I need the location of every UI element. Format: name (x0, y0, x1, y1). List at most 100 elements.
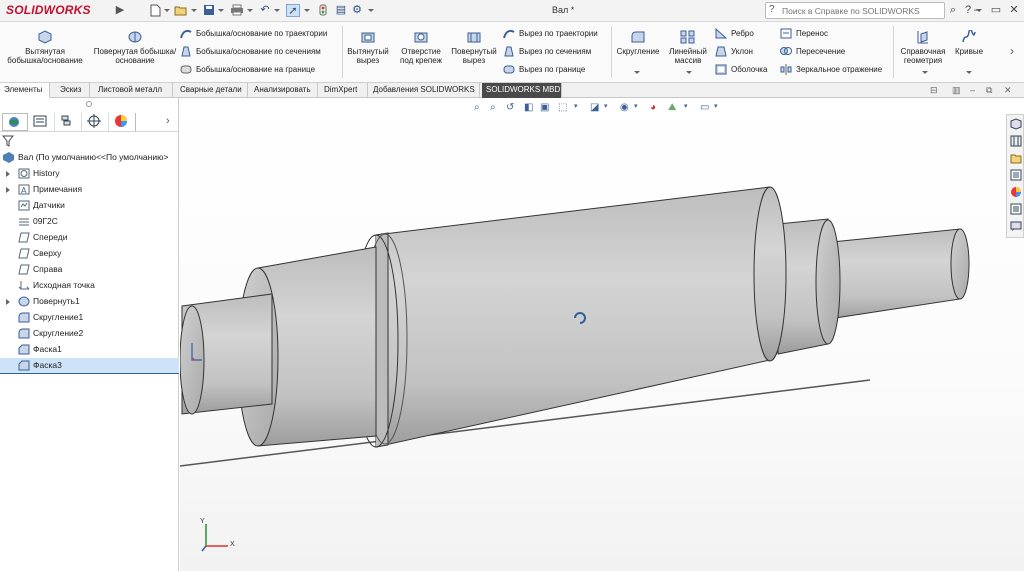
search-icon[interactable]: ⌕ (945, 3, 961, 18)
tree-root-part[interactable]: Вал (По умолчанию<<По умолчанию> (0, 150, 179, 165)
tab-evaluate[interactable]: Анализировать (250, 83, 318, 98)
configuration-manager-tab[interactable] (56, 113, 82, 131)
tree-item-chamfer1[interactable]: Фаска1 (0, 342, 179, 357)
tab-addins[interactable]: Добавления SOLIDWORKS (369, 83, 480, 98)
rib-button[interactable]: Ребро (715, 28, 754, 42)
help-search-box[interactable]: ? (765, 2, 945, 19)
doc-close-icon[interactable]: ✕ (1004, 85, 1012, 96)
tab-features[interactable]: Элементы (0, 83, 50, 98)
panel-expand-icon[interactable]: › (166, 115, 170, 127)
help-search-input[interactable] (782, 4, 932, 17)
split-view-icon[interactable]: ▥ (952, 85, 961, 96)
undo-icon[interactable]: ↶ (258, 4, 272, 17)
appearances-icon[interactable] (1010, 186, 1022, 198)
tab-sheet-metal[interactable]: Листовой металл (94, 83, 173, 98)
new-dropdown-icon[interactable] (164, 9, 170, 12)
file-explorer-icon[interactable] (1010, 152, 1022, 164)
new-document-icon[interactable] (148, 4, 162, 17)
options-gear-icon[interactable]: ⚙ (350, 4, 364, 17)
tree-item-front-plane[interactable]: Спереди (0, 230, 179, 245)
select-arrow-icon[interactable]: ➚ (286, 4, 300, 17)
tree-item-fillet2[interactable]: Скругление2 (0, 326, 179, 341)
material-icon (19, 218, 29, 226)
boundary-cut-button[interactable]: Вырез по границе (503, 64, 585, 78)
tab-weldments[interactable]: Сварные детали (176, 83, 248, 98)
expand-arrow-icon[interactable] (6, 299, 10, 305)
expand-menu-icon[interactable]: ▶ (113, 4, 127, 17)
fillet-dropdown-icon[interactable] (634, 71, 640, 74)
rebuild-icon[interactable] (316, 4, 330, 17)
tree-item-fillet1[interactable]: Скругление1 (0, 310, 179, 325)
wrap-button[interactable]: Перенос (780, 28, 828, 42)
doc-minimize-icon[interactable]: – (970, 85, 975, 95)
revolve-boss-button[interactable]: Повернутая бобышка/основание (92, 30, 178, 65)
linear-pattern-button[interactable]: Линейный массив (664, 30, 712, 65)
extrude-boss-button[interactable]: Вытянутая бобышка/основание (6, 30, 84, 65)
mirror-button[interactable]: Зеркальное отражение (780, 64, 882, 78)
tab-sketch[interactable]: Эскиз (56, 83, 90, 98)
tab-mbd[interactable]: SOLIDWORKS MBD (482, 83, 562, 98)
revolve-cut-button[interactable]: Повернутый вырез (450, 30, 498, 65)
save-dropdown-icon[interactable] (218, 9, 224, 12)
expand-toolbar-icon[interactable]: › (1010, 44, 1014, 58)
close-icon[interactable]: ✕ (1006, 3, 1022, 18)
doc-restore-icon[interactable]: ⧉ (986, 85, 992, 96)
expand-arrow-icon[interactable] (6, 187, 10, 193)
boundary-boss-button[interactable]: Бобышка/основание на границе (180, 64, 315, 78)
title-bar: SOLIDWORKS ▶ ↶ ➚ ▤ ⚙ Вал * ? ⌕ ? – ▭ ✕ (0, 0, 1024, 22)
file-properties-icon[interactable]: ▤ (334, 4, 348, 17)
display-manager-tab[interactable] (110, 113, 136, 131)
property-manager-tab[interactable] (29, 113, 55, 131)
restore-icon[interactable]: ▭ (988, 3, 1004, 18)
tree-item-origin[interactable]: Исходная точка (0, 278, 179, 293)
design-library-icon[interactable] (1010, 135, 1022, 147)
intersect-button[interactable]: Пересечение (780, 46, 845, 60)
solidworks-forum-icon[interactable] (1010, 220, 1022, 232)
hole-wizard-button[interactable]: Отверстие под крепеж (396, 30, 446, 65)
tree-item-top-plane[interactable]: Сверху (0, 246, 179, 261)
select-dropdown-icon[interactable] (304, 9, 310, 12)
tree-item-right-plane[interactable]: Справа (0, 262, 179, 277)
open-dropdown-icon[interactable] (191, 9, 197, 12)
pattern-dropdown-icon[interactable] (686, 71, 692, 74)
lofted-cut-button[interactable]: Вырез по сечениям (503, 46, 591, 60)
save-icon[interactable] (202, 4, 216, 17)
panel-grip-icon[interactable] (86, 101, 92, 107)
draft-button[interactable]: Уклон (715, 46, 753, 60)
rollback-bar[interactable] (0, 373, 179, 374)
shaft-model[interactable] (180, 98, 1024, 571)
print-dropdown-icon[interactable] (247, 9, 253, 12)
tree-item-material[interactable]: 09Г2С (0, 214, 179, 229)
tile-view-icon[interactable]: ⊟ (930, 85, 938, 96)
print-icon[interactable] (230, 4, 244, 17)
minimize-icon[interactable]: – (969, 3, 985, 18)
lofted-boss-button[interactable]: Бобышка/основание по сечениям (180, 46, 321, 60)
shell-button[interactable]: Оболочка (715, 64, 767, 78)
expand-arrow-icon[interactable] (6, 171, 10, 177)
filter-icon[interactable] (1, 135, 15, 147)
feature-manager-tab[interactable] (2, 113, 28, 131)
part-icon (3, 152, 14, 163)
tree-item-annotations[interactable]: A Примечания (0, 182, 179, 197)
ref-geometry-dropdown-icon[interactable] (922, 71, 928, 74)
undo-dropdown-icon[interactable] (274, 9, 280, 12)
open-folder-icon[interactable] (174, 4, 188, 17)
tree-item-sensors[interactable]: Датчики (0, 198, 179, 213)
resources-icon[interactable] (1010, 118, 1022, 130)
view-palette-icon[interactable] (1010, 169, 1022, 181)
custom-properties-icon[interactable] (1010, 203, 1022, 215)
fillet-button[interactable]: Скругление (614, 30, 662, 56)
reference-geometry-button[interactable]: Справочная геометрия (896, 30, 950, 65)
tree-item-chamfer3[interactable]: Фаска3 (0, 358, 179, 373)
curves-button[interactable]: Кривые (952, 30, 986, 56)
tree-item-revolve1[interactable]: Повернуть1 (0, 294, 179, 309)
swept-cut-button[interactable]: Вырез по траектории (503, 28, 598, 42)
curves-dropdown-icon[interactable] (966, 71, 972, 74)
swept-boss-button[interactable]: Бобышка/основание по траектории (180, 28, 327, 42)
options-dropdown-icon[interactable] (368, 9, 374, 12)
graphics-viewport[interactable]: ⌕ ⌕ ↺ ◧ ▣ ⬚ ▾ ◪ ▾ ◉ ▾ ◕ ⛰ ▾ ▭ ▾ Y X (180, 98, 1024, 571)
tab-dimxpert[interactable]: DimXpert (320, 83, 368, 98)
dimxpert-manager-tab[interactable] (83, 113, 109, 131)
tree-item-history[interactable]: History (0, 166, 179, 181)
extrude-cut-button[interactable]: Вытянутый вырез (346, 30, 390, 65)
